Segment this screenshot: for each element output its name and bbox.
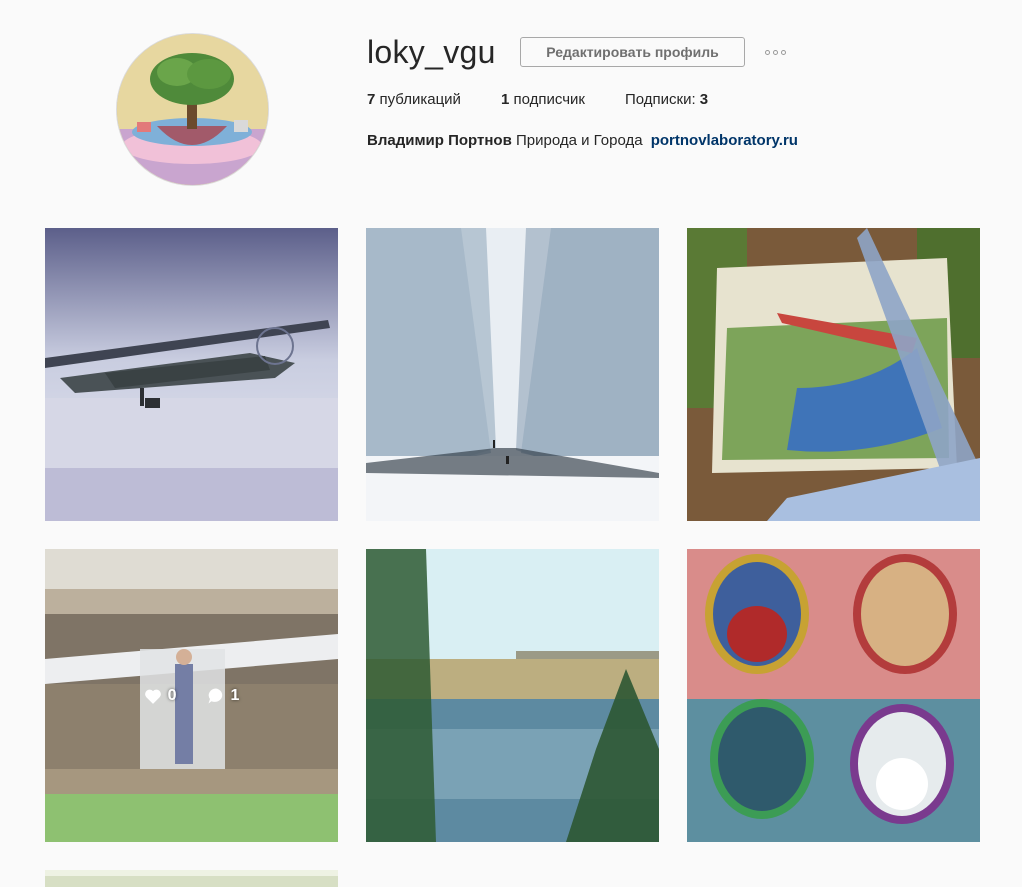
post-tile-biplane-in-snow[interactable] [45, 228, 338, 521]
post-image [687, 549, 980, 842]
post-image [45, 870, 338, 887]
comment-icon [208, 688, 222, 703]
followers-count: 1 [500, 91, 510, 108]
profile-avatar[interactable] [116, 33, 269, 186]
posts-count: 7 [367, 91, 376, 108]
followers-stat[interactable]: 1 подписчик [501, 91, 585, 108]
post-image [366, 549, 659, 842]
post-tile-lake-shore-view[interactable] [366, 549, 659, 842]
likes-stat: 0 [144, 687, 177, 705]
bio-name: Владимир Портнов [367, 132, 512, 149]
post-tile-partial[interactable] [45, 870, 338, 887]
profile-stats: 7 публикаций 1 подписчик Подписки: 3 [367, 91, 748, 108]
posts-label: публикаций [379, 91, 461, 108]
following-label: Подписки: [624, 91, 696, 108]
likes-count: 0 [167, 686, 177, 704]
comments-stat: 1 [207, 686, 240, 705]
edit-profile-button[interactable]: Редактировать профиль [520, 37, 745, 67]
more-options-icon[interactable] [760, 43, 790, 61]
bio-link[interactable]: portnovlaboratory.ru [651, 132, 798, 149]
bio-text: Природа и Города [515, 132, 643, 149]
profile-username: loky_vgu [367, 34, 496, 70]
post-image [45, 228, 338, 521]
post-tile-man-in-hangar[interactable]: 0 1 [45, 549, 338, 842]
comments-count: 1 [230, 686, 240, 704]
heart-icon [144, 689, 161, 704]
post-tile-snowy-tree-alley[interactable] [366, 228, 659, 521]
following-stat[interactable]: Подписки: 3 [625, 91, 708, 108]
post-image [366, 228, 659, 521]
post-hover-overlay[interactable]: 0 1 [45, 549, 338, 842]
post-image [687, 228, 980, 521]
post-tile-airplane-painting[interactable] [687, 228, 980, 521]
post-tile-portrait-collage[interactable] [687, 549, 980, 842]
profile-bio: Владимир Портнов Природа и Города portno… [367, 132, 798, 149]
following-count: 3 [699, 91, 709, 108]
posts-stat: 7 публикаций [367, 91, 461, 108]
followers-label: подписчик [513, 91, 585, 108]
